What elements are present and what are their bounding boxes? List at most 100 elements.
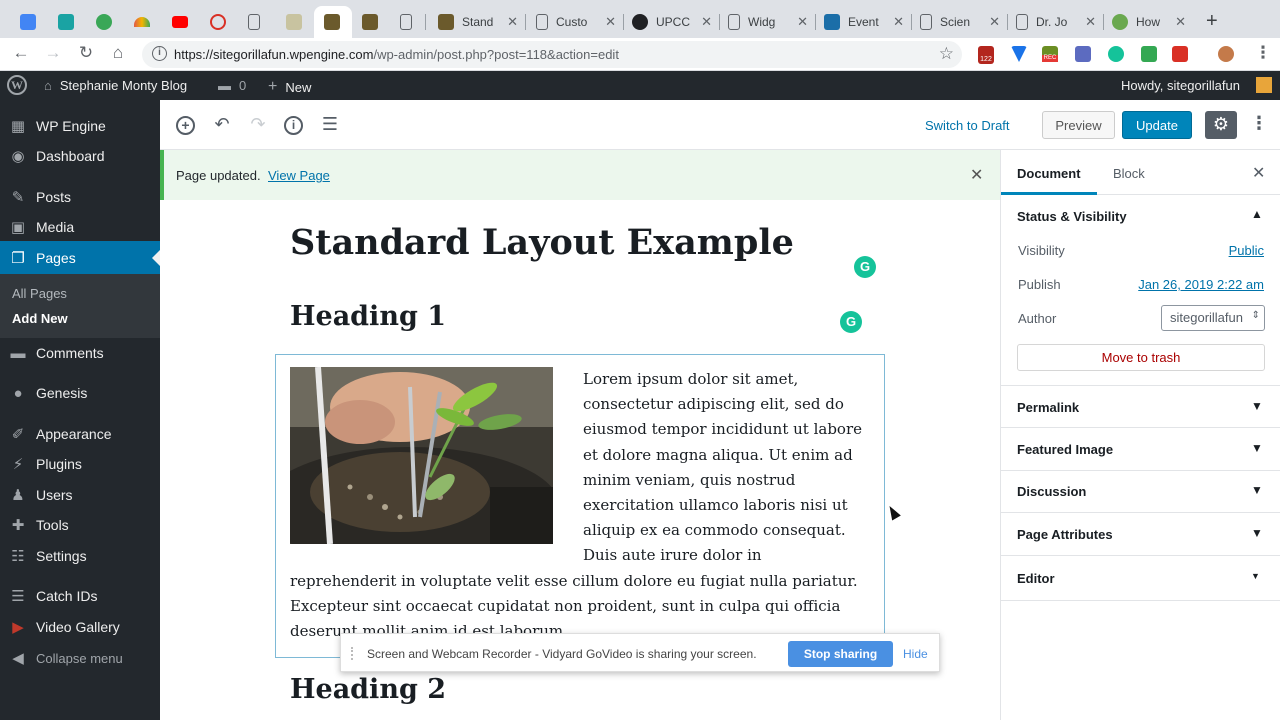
close-icon[interactable]: ✕ [507,14,518,30]
caret-down-icon[interactable]: ▼ [1251,571,1260,581]
browser-tab[interactable]: Dr. Jo ✕ [1010,6,1102,38]
panel-discussion[interactable]: Discussion [1017,484,1086,499]
browser-tab[interactable] [204,6,228,38]
browser-tab[interactable]: Stand ✕ [432,6,524,38]
reload-icon[interactable]: ↻ [75,43,97,63]
author-select[interactable]: sitegorillafun ⇕ [1161,305,1265,331]
drag-handle-icon[interactable] [351,647,356,660]
browser-tab[interactable] [356,6,380,38]
close-icon[interactable]: ✕ [970,165,983,185]
block-navigation-icon[interactable]: ☰ [319,114,341,135]
menu-item-genesis[interactable]: ● Genesis [0,376,160,410]
menu-item-media[interactable]: ▣ Media [0,210,160,244]
chevron-down-icon[interactable]: ▼ [1251,441,1263,455]
close-icon[interactable]: ✕ [1175,14,1186,30]
browser-tab[interactable]: Widg ✕ [722,6,814,38]
avatar[interactable] [1256,77,1272,93]
browser-tab[interactable]: Event ✕ [818,6,910,38]
browser-tab[interactable]: How ✕ [1106,6,1192,38]
chevron-down-icon[interactable]: ▼ [1251,399,1263,413]
close-icon[interactable]: ✕ [605,14,616,30]
howdy-account[interactable]: Howdy, sitegorillafun [1121,78,1240,93]
seedling-image[interactable] [290,367,553,544]
menu-item-settings[interactable]: ☷ Settings [0,539,160,573]
chevron-down-icon[interactable]: ▼ [1251,526,1263,540]
panel-status-visibility[interactable]: Status & Visibility [1017,209,1127,224]
submenu-add-new[interactable]: Add New [12,311,68,326]
browser-tab[interactable] [242,6,266,38]
more-options-icon[interactable]: ⋮ [1250,113,1268,134]
panel-featured-image[interactable]: Featured Image [1017,442,1113,457]
browser-tab[interactable] [90,6,114,38]
browser-tab-active[interactable] [314,6,352,38]
stop-sharing-button[interactable]: Stop sharing [788,641,893,667]
info-icon[interactable]: i [152,46,167,61]
browser-tab[interactable] [394,6,418,38]
camera-extension-icon[interactable] [1075,46,1091,62]
preview-button[interactable]: Preview [1042,111,1115,139]
tab-block[interactable]: Block [1113,166,1145,181]
back-icon[interactable]: ← [10,43,32,63]
undo-icon[interactable]: ↶ [211,114,233,135]
menu-item-tools[interactable]: ✚ Tools [0,508,160,542]
add-block-icon[interactable]: + [176,116,195,135]
menu-item-pages[interactable]: ❐ Pages [0,241,160,275]
browser-tab[interactable]: UPCC ✕ [626,6,718,38]
close-icon[interactable]: ✕ [797,14,808,30]
move-to-trash-button[interactable]: Move to trash [1017,344,1265,371]
menu-item-video-gallery[interactable]: ▶ Video Gallery [0,610,160,644]
chevron-down-icon[interactable]: ▼ [1251,483,1263,497]
page-title[interactable]: Standard Layout Example [290,222,794,263]
comments-link[interactable]: ▬ 0 [218,78,246,93]
visibility-value[interactable]: Public [1229,243,1264,258]
browser-tab[interactable] [166,6,190,38]
home-icon[interactable]: ⌂ [107,43,129,63]
browser-tab[interactable]: Custo ✕ [530,6,622,38]
view-page-link[interactable]: View Page [268,168,330,183]
profile-avatar-icon[interactable] [1218,46,1234,62]
close-icon[interactable]: ✕ [1085,14,1096,30]
menu-item-appearance[interactable]: ✐ Appearance [0,417,160,451]
site-name-link[interactable]: ⌂ Stephanie Monty Blog [44,78,187,93]
panel-page-attributes[interactable]: Page Attributes [1017,527,1113,542]
grammarly-icon[interactable]: G [840,311,862,333]
browser-tab[interactable]: Scien ✕ [914,6,1006,38]
redo-icon[interactable]: ↷ [247,114,269,135]
vidyard-extension-icon[interactable] [1011,46,1027,62]
bookmark-star-icon[interactable]: ☆ [939,44,954,64]
browser-tab[interactable] [52,6,76,38]
info-icon[interactable]: i [284,116,303,135]
browser-tab[interactable] [128,6,152,38]
grammarly-extension-icon[interactable] [1108,46,1124,62]
close-icon[interactable]: ✕ [893,14,904,30]
close-icon[interactable]: ✕ [989,14,1000,30]
forward-icon[interactable]: → [42,43,64,63]
menu-item-catch-ids[interactable]: ☰ Catch IDs [0,579,160,613]
address-bar[interactable]: i https://sitegorillafun.wpengine.com/wp… [142,41,962,68]
browser-menu-icon[interactable]: ⋮ [1252,43,1274,63]
settings-gear-icon[interactable]: ⚙ [1205,111,1237,139]
browser-tab[interactable] [14,6,38,38]
menu-item-comments[interactable]: ▬ Comments [0,336,160,370]
publish-date[interactable]: Jan 26, 2019 2:22 am [1138,277,1264,292]
close-icon[interactable]: ✕ [701,14,712,30]
heading-block[interactable]: Heading 1 [290,301,446,332]
tab-document[interactable]: Document [1017,166,1081,181]
menu-item-posts[interactable]: ✎ Posts [0,180,160,214]
wordpress-logo-icon[interactable]: W [7,75,27,95]
menu-item-wp-engine[interactable]: ▦ WP Engine [0,109,160,143]
panel-editor[interactable]: Editor [1017,571,1055,586]
bookmark-extension-icon[interactable] [1172,46,1188,62]
submenu-all-pages[interactable]: All Pages [12,286,67,301]
heading-block[interactable]: Heading 2 [290,674,446,705]
chevron-up-icon[interactable]: ▲ [1251,207,1263,221]
grammarly-icon[interactable]: G [854,256,876,278]
new-content-link[interactable]: + New [268,78,311,96]
switch-to-draft-button[interactable]: Switch to Draft [925,118,1010,133]
collapse-menu[interactable]: ◀ Collapse menu [0,641,160,675]
panel-permalink[interactable]: Permalink [1017,400,1079,415]
menu-item-plugins[interactable]: ⚡ Plugins [0,447,160,481]
browser-tab[interactable] [280,6,304,38]
hide-link[interactable]: Hide [903,647,928,661]
close-icon[interactable]: ✕ [1252,163,1265,183]
